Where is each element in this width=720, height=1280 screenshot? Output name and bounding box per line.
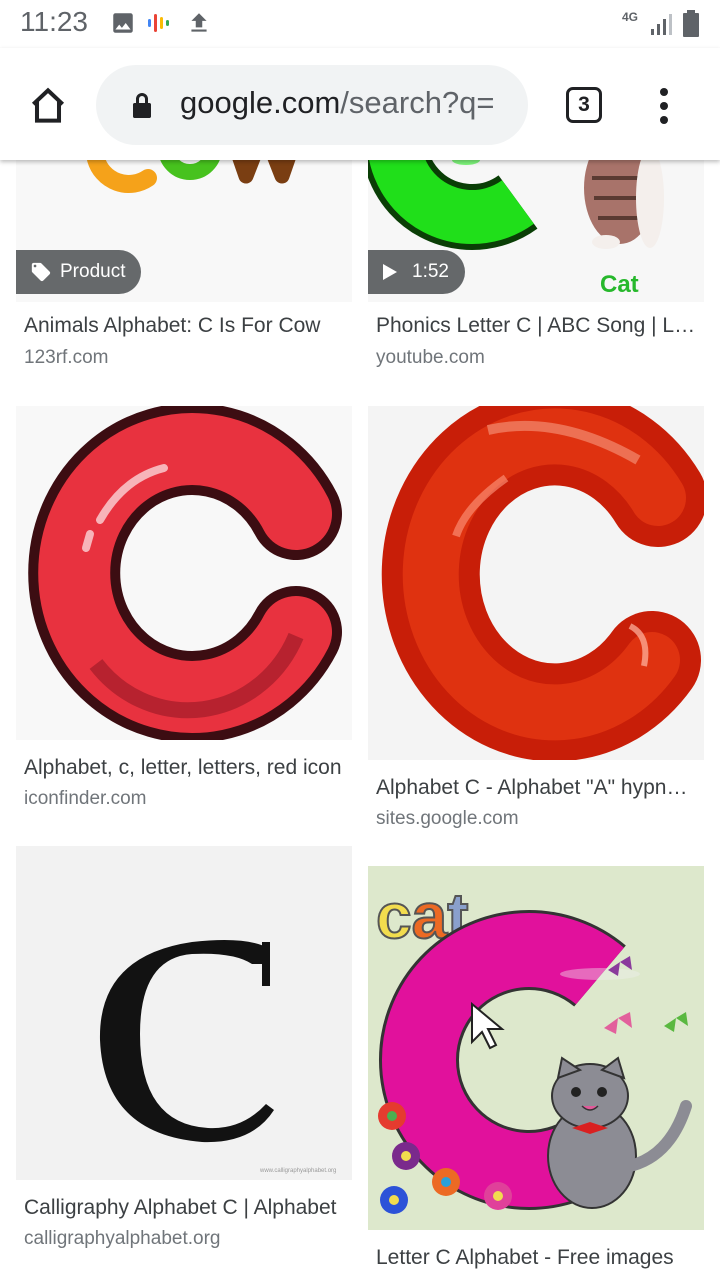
result-title[interactable]: Phonics Letter C | ABC Song | Learn Phon… bbox=[376, 314, 698, 338]
signal-icon bbox=[651, 14, 672, 35]
battery-icon bbox=[683, 10, 699, 37]
status-bar: 11:23 4G bbox=[0, 0, 720, 48]
url-domain: google.com bbox=[180, 85, 341, 120]
cat-label-text: Cat bbox=[600, 271, 639, 298]
more-vert-icon[interactable] bbox=[650, 86, 678, 126]
result-domain: sites.google.com bbox=[376, 808, 519, 829]
result-domain: 123rf.com bbox=[24, 347, 109, 368]
result-title[interactable]: Animals Alphabet: C Is For Cow bbox=[24, 314, 346, 338]
tag-icon bbox=[31, 262, 51, 282]
home-icon[interactable] bbox=[26, 84, 70, 128]
browser-toolbar: google.com/search?q= 3 bbox=[0, 48, 720, 160]
play-icon bbox=[383, 264, 397, 280]
image-results-grid: Product Animals Alphabet: C Is For Cow 1… bbox=[0, 48, 720, 1280]
lock-icon bbox=[133, 93, 151, 118]
badge-label: Product bbox=[60, 261, 126, 282]
result-thumbnail[interactable]: www.calligraphyalphabet.org bbox=[16, 846, 352, 1180]
result-domain: iconfinder.com bbox=[24, 788, 147, 809]
result-domain: calligraphyalphabet.org bbox=[24, 1228, 221, 1249]
url-path: /search?q= bbox=[340, 85, 495, 120]
red-c-icon-image bbox=[28, 406, 342, 740]
result-thumbnail[interactable] bbox=[16, 406, 352, 740]
product-badge: Product bbox=[16, 250, 142, 294]
result-title[interactable]: Alphabet C - Alphabet "A" hypnotic bbox=[376, 776, 698, 800]
tabs-button[interactable]: 3 bbox=[566, 87, 602, 123]
google-assistant-icon bbox=[148, 14, 169, 32]
result-card[interactable]: cat Letter C Alphabet - Free images bbox=[368, 866, 704, 1280]
video-duration-badge: 1:52 bbox=[368, 250, 465, 294]
result-thumbnail[interactable]: cat bbox=[368, 866, 704, 1230]
image-icon bbox=[113, 13, 133, 33]
glossy-red-c-image bbox=[381, 406, 704, 760]
upload-icon bbox=[191, 13, 207, 32]
tab-count: 3 bbox=[578, 93, 590, 116]
status-time: 11:23 bbox=[20, 6, 88, 37]
url-text: google.com/search?q= bbox=[180, 85, 516, 121]
result-title[interactable]: Calligraphy Alphabet C | Alphabet bbox=[24, 1196, 346, 1220]
result-card[interactable]: www.calligraphyalphabet.org Calligraphy … bbox=[16, 846, 352, 1256]
result-domain: youtube.com bbox=[376, 347, 485, 368]
result-title[interactable]: Letter C Alphabet - Free images bbox=[376, 1246, 698, 1270]
calligraphy-c-image: www.calligraphyalphabet.org bbox=[99, 940, 336, 1174]
result-title[interactable]: Alphabet, c, letter, letters, red icon bbox=[24, 756, 346, 780]
badge-label: 1:52 bbox=[412, 261, 449, 282]
watermark-text: www.calligraphyalphabet.org bbox=[259, 1168, 336, 1174]
url-bar[interactable]: google.com/search?q= bbox=[96, 65, 528, 145]
result-card[interactable]: Alphabet C - Alphabet "A" hypnotic sites… bbox=[368, 406, 704, 846]
network-type: 4G bbox=[622, 10, 639, 24]
result-thumbnail[interactable] bbox=[368, 406, 704, 760]
result-card[interactable]: Alphabet, c, letter, letters, red icon i… bbox=[16, 406, 352, 826]
pink-c-cat-image: cat bbox=[375, 879, 692, 1214]
